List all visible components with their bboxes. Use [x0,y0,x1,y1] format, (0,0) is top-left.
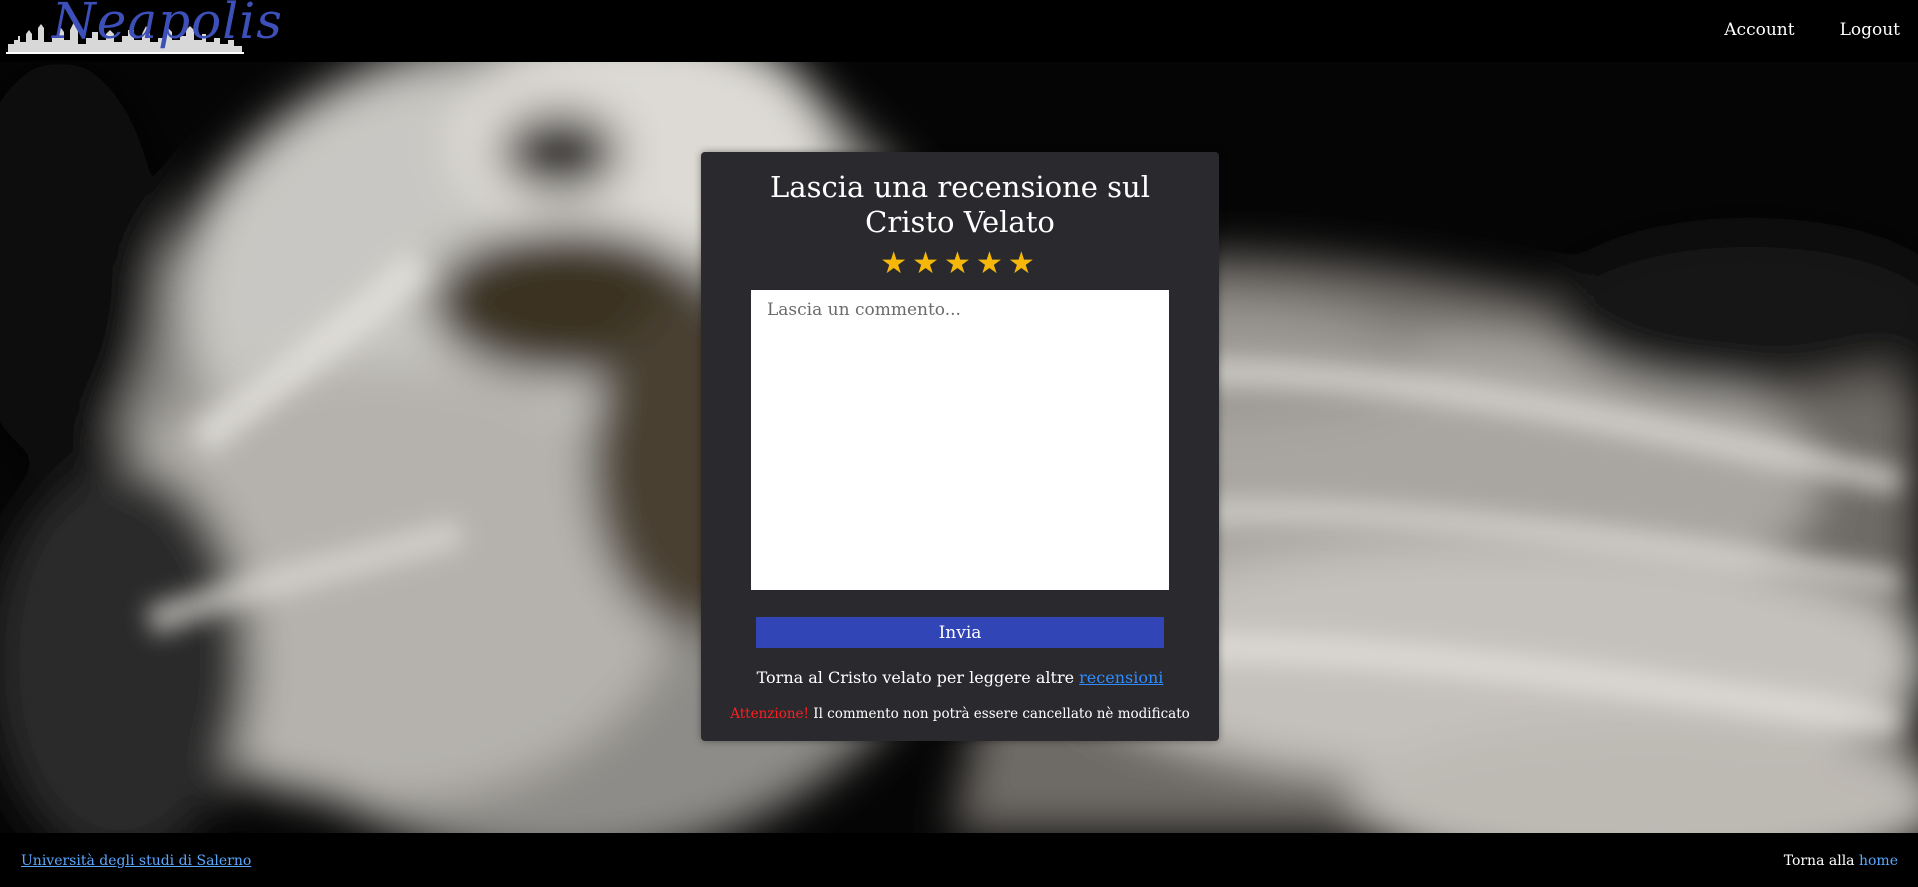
star-icon[interactable]: ★ [976,246,1008,281]
page-title: Lascia una recensione sul Cristo Velato [770,170,1150,239]
nav-links: Account Logout [1724,20,1900,40]
warning-text: Il commento non potrà essere cancellato … [813,706,1190,722]
warning-label: Attenzione! [730,706,809,722]
back-to-reviews-text: Torna al Cristo velato per leggere altre… [701,668,1219,687]
star-icon[interactable]: ★ [880,246,912,281]
review-form-card: Lascia una recensione sul Cristo Velato … [701,152,1219,741]
star-icon[interactable]: ★ [944,246,976,281]
submit-button[interactable]: Invia [756,617,1164,648]
footer-home-text: Torna alla [1783,853,1855,869]
university-link[interactable]: Università degli studi di Salerno [21,853,251,869]
warning-message: Attenzione! Il commento non potrà essere… [701,706,1219,722]
comment-textarea[interactable] [751,290,1169,590]
star-icon[interactable]: ★ [912,246,944,281]
star-rating: ★★★★★ [701,246,1219,281]
star-icon[interactable]: ★ [1008,246,1040,281]
reviews-link[interactable]: recensioni [1079,668,1163,687]
back-text: Torna al Cristo velato per leggere altre [756,668,1075,687]
footer-home: Torna alla home [1784,853,1898,869]
account-link[interactable]: Account [1724,20,1794,40]
top-navbar: Neapolis Account Logout [0,0,1918,62]
logo-text: Neapolis [52,0,283,50]
neapolis-logo[interactable]: Neapolis [6,0,282,56]
footer: Università degli studi di Salerno Torna … [0,833,1918,887]
home-link[interactable]: home [1859,853,1898,869]
logout-link[interactable]: Logout [1840,20,1900,40]
